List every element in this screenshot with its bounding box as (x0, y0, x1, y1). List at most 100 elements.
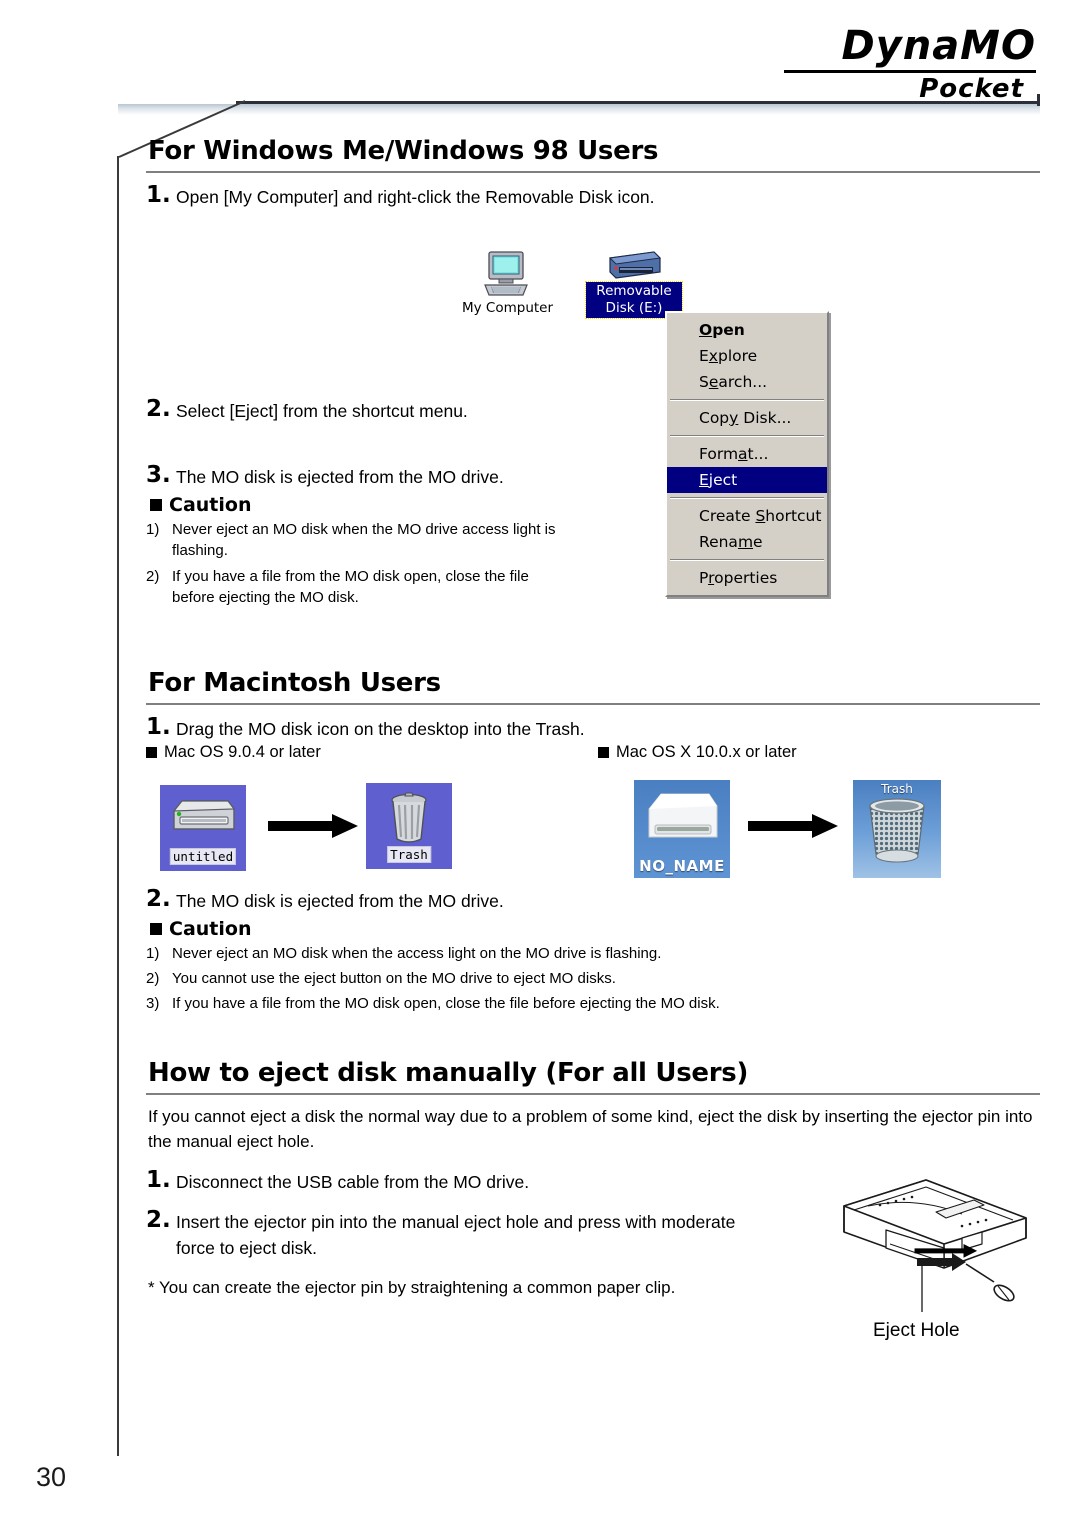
caution-item: 2) If you have a file from the MO disk o… (146, 566, 566, 608)
caution-text: You cannot use the eject button on the M… (172, 970, 616, 987)
my-computer-label: My Computer (462, 300, 554, 316)
step-number: 2. (146, 886, 171, 912)
menu-item-rename[interactable]: Rename (667, 529, 827, 555)
caution-text: If you have a file from the MO disk open… (172, 995, 720, 1012)
my-computer-desktop-icon[interactable]: My Computer (462, 250, 554, 316)
step-mac-1: 1. Drag the MO disk icon on the desktop … (146, 714, 1040, 742)
shortcut-context-menu[interactable]: Open Explore Search... Copy Disk... Format..… (665, 311, 829, 597)
caution-item: 2) You cannot use the eject button on th… (146, 968, 1040, 989)
step-number: 3. (146, 462, 171, 488)
manual-eject-intro: If you cannot eject a disk the normal wa… (148, 1107, 1033, 1151)
caution-label: Caution (169, 918, 252, 940)
step-text: Open [My Computer] and right-click the R… (176, 187, 655, 207)
step-number: 1. (146, 1167, 171, 1193)
mac-osx-disk-icon-tile[interactable]: NO_NAME (634, 780, 730, 878)
page-frame-left-rule (117, 156, 119, 1456)
caution-marker: 2) (146, 568, 160, 585)
caution-marker: 2) (146, 970, 160, 987)
mac-osx-trash-icon (869, 798, 925, 863)
caution-label: Caution (169, 494, 252, 516)
step-number: 1. (146, 182, 171, 208)
brand-name: DynaMO (841, 23, 1036, 69)
mac-osx-trash-label: Trash (881, 782, 913, 796)
caution-item: 1) Never eject an MO disk when the MO dr… (146, 519, 566, 561)
step-number: 2. (146, 1207, 171, 1233)
mac-os9-disk-icon (172, 800, 236, 830)
section-windows: For Windows Me/Windows 98 Users 1. Open … (146, 136, 1040, 608)
caution-text: Never eject an MO disk when the MO drive… (172, 521, 556, 559)
caution-item: 3) If you have a file from the MO disk o… (146, 993, 1040, 1014)
mac-os9-label-row: Mac OS 9.0.4 or later (146, 743, 598, 762)
square-bullet-icon (598, 747, 609, 758)
step-text: Insert the ejector pin into the manual e… (176, 1212, 736, 1258)
caution-marker: 3) (146, 995, 160, 1012)
menu-item-create-shortcut[interactable]: Create Shortcut (667, 503, 827, 529)
logo-divider (784, 70, 1036, 73)
drag-arrow-osx (748, 814, 838, 838)
menu-item-format[interactable]: Format... (667, 441, 827, 467)
page-frame-corner-cap (1037, 94, 1040, 106)
step-text: Disconnect the USB cable from the MO dri… (176, 1172, 530, 1192)
step-windows-1: 1. Open [My Computer] and right-click th… (146, 182, 1040, 210)
step-number: 2. (146, 396, 171, 422)
menu-separator (670, 399, 824, 401)
manual-page: DynaMO Pocket 30 For Windows Me/Windows … (0, 0, 1080, 1528)
mac-osx-label: Mac OS X 10.0.x or later (616, 743, 797, 761)
heading-macintosh: For Macintosh Users (148, 668, 441, 698)
mac-osx-disk-label: NO_NAME (639, 857, 725, 875)
step-text: Select [Eject] from the shortcut menu. (176, 401, 468, 421)
step-text: The MO disk is ejected from the MO drive… (176, 891, 504, 911)
mac-os9-disk-label: untitled (169, 848, 237, 865)
menu-separator (670, 497, 824, 499)
my-computer-icon (484, 251, 528, 296)
menu-item-search[interactable]: Search... (667, 369, 827, 395)
square-bullet-icon (146, 747, 157, 758)
caution-heading-macintosh: Caution (150, 918, 1040, 940)
removable-disk-desktop-icon[interactable]: Removable Disk (E:) (585, 248, 683, 319)
drag-arrow-os9 (268, 814, 358, 838)
heading-rule-manual-eject (146, 1093, 1040, 1095)
step-text: Drag the MO disk icon on the desktop int… (176, 719, 585, 739)
step-text: The MO disk is ejected from the MO drive… (176, 467, 504, 487)
removable-disk-icon (608, 251, 662, 279)
eject-hole-label: Eject Hole (873, 1320, 960, 1341)
page-number: 30 (36, 1462, 67, 1492)
caution-text: Never eject an MO disk when the access l… (172, 945, 662, 962)
caution-marker: 1) (146, 521, 160, 538)
square-bullet-icon (150, 923, 162, 935)
step-windows-3: 3. The MO disk is ejected from the MO dr… (146, 462, 1040, 490)
mac-osx-disk-icon (648, 793, 718, 838)
menu-separator (670, 435, 824, 437)
caution-item: 1) Never eject an MO disk when the acces… (146, 943, 1040, 964)
menu-item-copy-disk[interactable]: Copy Disk... (667, 405, 827, 431)
step-number: 1. (146, 714, 171, 740)
heading-manual-eject: How to eject disk manually (For all User… (148, 1058, 749, 1088)
mac-os9-trash-label: Trash (387, 846, 431, 863)
manual-eject-note: * You can create the ejector pin by stra… (148, 1278, 676, 1297)
mac-os9-disk-icon-tile[interactable]: untitled (160, 785, 246, 871)
heading-windows: For Windows Me/Windows 98 Users (148, 136, 659, 166)
mac-os9-label: Mac OS 9.0.4 or later (164, 743, 321, 761)
removable-disk-label-line1: Removable (596, 283, 672, 299)
square-bullet-icon (150, 499, 162, 511)
menu-item-explore[interactable]: Explore (667, 343, 827, 369)
mo-drive-figure (843, 1179, 1027, 1312)
mac-osx-trash-icon-tile[interactable]: Trash (853, 780, 941, 878)
menu-item-properties[interactable]: Properties (667, 565, 827, 591)
step-manual-2: 2. Insert the ejector pin into the manua… (146, 1207, 746, 1261)
mac-os9-trash-icon-tile[interactable]: Trash (366, 783, 452, 869)
mac-os9-trash-icon (391, 792, 427, 843)
brand-subname: Pocket (919, 74, 1024, 104)
page-frame-top-shadow (118, 104, 1040, 115)
step-mac-2: 2. The MO disk is ejected from the MO dr… (146, 886, 1040, 914)
menu-item-eject[interactable]: Eject (667, 467, 827, 493)
heading-rule-windows (146, 171, 1040, 173)
caution-heading-windows: Caution (150, 494, 1040, 516)
heading-rule-macintosh (146, 703, 1040, 705)
caution-text: If you have a file from the MO disk open… (172, 568, 529, 606)
step-windows-2: 2. Select [Eject] from the shortcut menu… (146, 396, 1040, 424)
caution-marker: 1) (146, 945, 160, 962)
menu-item-open[interactable]: Open (667, 317, 827, 343)
menu-separator (670, 559, 824, 561)
product-logo: DynaMO Pocket (784, 24, 1036, 104)
